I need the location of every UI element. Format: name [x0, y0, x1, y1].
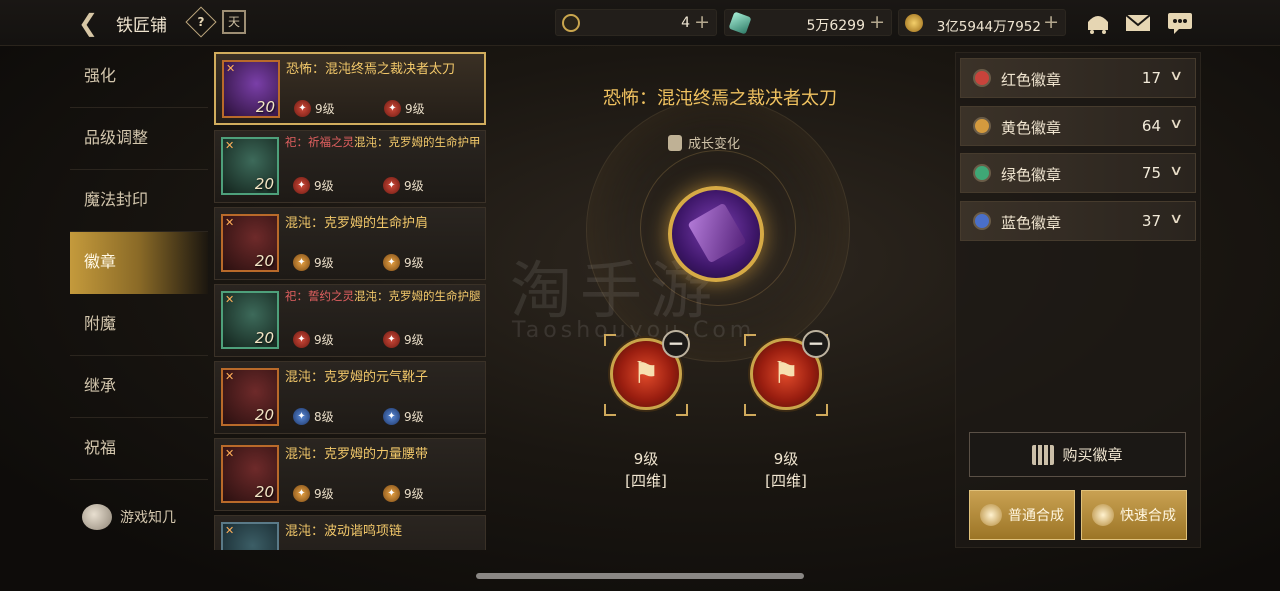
necklace-icon: ✕	[221, 522, 279, 550]
red-emblem-icon: ✦	[294, 100, 311, 117]
red-emblem-icon: ✦	[383, 177, 400, 194]
list-item[interactable]: ✕ 20 祀：祈福之灵混沌：克罗姆的生命护甲 ✦ 9级 ✦ 9级	[214, 130, 486, 203]
top-bar: ❮ 铁匠铺 ? 天 4 + 5万6299 + 3亿5944万7952 +	[0, 0, 1280, 46]
red-dot-icon	[973, 69, 991, 87]
selected-item-title: 恐怖：混沌终焉之裁决者太刀	[603, 88, 837, 109]
yellow-emblem-row[interactable]: 黄色徽章 64 ∨	[960, 106, 1196, 146]
list-item[interactable]: ✕ 20 混沌：克罗姆的生命护肩 ✦ 9级 ✦ 9级	[214, 207, 486, 280]
slot-2-level: 9级 [四维]	[765, 450, 807, 490]
growth-change-button[interactable]: 成长变化	[668, 133, 740, 152]
orange-emblem-icon: ✦	[383, 485, 400, 502]
currency-crystal: 5万6299 +	[724, 9, 892, 36]
back-arrow-icon[interactable]: ❮	[78, 10, 104, 36]
katana-icon: ✕ 20	[222, 60, 280, 118]
red-emblem-icon: ✦	[383, 331, 400, 348]
chevron-down-icon: ∨	[1168, 211, 1184, 227]
red-emblem-icon: ✦	[293, 331, 310, 348]
armor-icon: ✕ 20	[221, 137, 279, 195]
emblem-slot-1[interactable]: ⚑ −	[604, 330, 690, 416]
add-ticket-button[interactable]: +	[694, 11, 710, 33]
list-item[interactable]: ✕ 混沌：波动谐鸣项链	[214, 515, 486, 550]
home-indicator[interactable]	[476, 573, 804, 579]
blue-emblem-icon: ✦	[383, 408, 400, 425]
list-item[interactable]: ✕ 20 祀：誓约之灵混沌：克罗姆的生命护腿 ✦ 9级 ✦ 9级	[214, 284, 486, 357]
page-title: 铁匠铺	[116, 16, 167, 36]
nav-enchant[interactable]: 附魔	[70, 294, 208, 356]
emblem-slot-2[interactable]: ⚑ −	[744, 330, 830, 416]
green-dot-icon	[973, 164, 991, 182]
nav-inherit[interactable]: 继承	[70, 356, 208, 418]
blue-emblem-row[interactable]: 蓝色徽章 37 ∨	[960, 201, 1196, 241]
synthesis-icon	[1092, 504, 1114, 526]
help-icon[interactable]: ?	[185, 6, 217, 38]
orange-emblem-icon: ✦	[383, 254, 400, 271]
nav-magic-seal[interactable]: 魔法封印	[70, 170, 208, 232]
quick-synthesis-button[interactable]: 快速合成	[1081, 490, 1187, 540]
remove-emblem-button[interactable]: −	[802, 330, 830, 358]
currency-gold: 3亿5944万7952 +	[898, 9, 1066, 36]
blue-dot-icon	[973, 212, 991, 230]
remove-emblem-button[interactable]: −	[662, 330, 690, 358]
add-gold-button[interactable]: +	[1043, 11, 1059, 33]
left-nav: 强化 品级调整 魔法封印 徽章 附魔 继承 祝福 游戏知几	[70, 46, 208, 591]
pig-mascot-icon	[82, 504, 112, 530]
orange-emblem-icon: ✦	[293, 254, 310, 271]
normal-synthesis-button[interactable]: 普通合成	[969, 490, 1075, 540]
ticket-icon	[562, 14, 580, 32]
mailbox-icon[interactable]	[1084, 10, 1112, 36]
equipment-list[interactable]: ✕ 20 恐怖：混沌终焉之裁决者太刀 ✦ 9级 ✦ 9级 ✕ 20 祀：祈福之灵混沌：克…	[214, 50, 486, 550]
red-emblem-icon: ✦	[293, 177, 310, 194]
nav-grade-adjust[interactable]: 品级调整	[70, 108, 208, 170]
nav-enhance[interactable]: 强化	[70, 46, 208, 108]
chevron-down-icon: ∨	[1168, 68, 1184, 84]
blue-emblem-icon: ✦	[293, 408, 310, 425]
nav-blessing[interactable]: 祝福	[70, 418, 208, 480]
shoulder-armor-icon: ✕ 20	[221, 214, 279, 272]
slot-1-level: 9级 [四维]	[625, 450, 667, 490]
list-item[interactable]: ✕ 20 恐怖：混沌终焉之裁决者太刀 ✦ 9级 ✦ 9级	[214, 52, 486, 125]
orange-emblem-icon: ✦	[293, 485, 310, 502]
boots-icon: ✕ 20	[221, 368, 279, 426]
selected-weapon-icon	[668, 186, 764, 282]
add-crystal-button[interactable]: +	[869, 11, 885, 33]
list-item[interactable]: ✕ 20 混沌：克罗姆的力量腰带 ✦ 9级 ✦ 9级	[214, 438, 486, 511]
currency-ticket: 4 +	[555, 9, 717, 36]
chat-icon[interactable]	[1166, 10, 1194, 36]
leg-armor-icon: ✕ 20	[221, 291, 279, 349]
calendar-icon[interactable]: 天	[222, 10, 246, 34]
nav-emblem[interactable]: 徽章	[70, 232, 208, 294]
chevron-down-icon: ∨	[1168, 163, 1184, 179]
shop-icon	[1032, 444, 1055, 465]
chevron-down-icon: ∨	[1168, 116, 1184, 132]
gold-coin-icon	[905, 14, 923, 32]
yellow-dot-icon	[973, 117, 991, 135]
red-emblem-row[interactable]: 红色徽章 17 ∨	[960, 58, 1196, 98]
synthesis-icon	[980, 504, 1002, 526]
red-emblem-icon: ✦	[384, 100, 401, 117]
green-emblem-row[interactable]: 绿色徽章 75 ∨	[960, 153, 1196, 193]
buy-emblem-button[interactable]: 购买徽章	[969, 432, 1186, 477]
crystal-icon	[728, 11, 752, 35]
game-tips-button[interactable]: 游戏知几	[82, 504, 176, 530]
list-item[interactable]: ✕ 20 混沌：克罗姆的元气靴子 ✦ 8级 ✦ 9级	[214, 361, 486, 434]
growth-icon	[668, 134, 682, 151]
belt-icon: ✕ 20	[221, 445, 279, 503]
mail-icon[interactable]	[1124, 10, 1152, 36]
